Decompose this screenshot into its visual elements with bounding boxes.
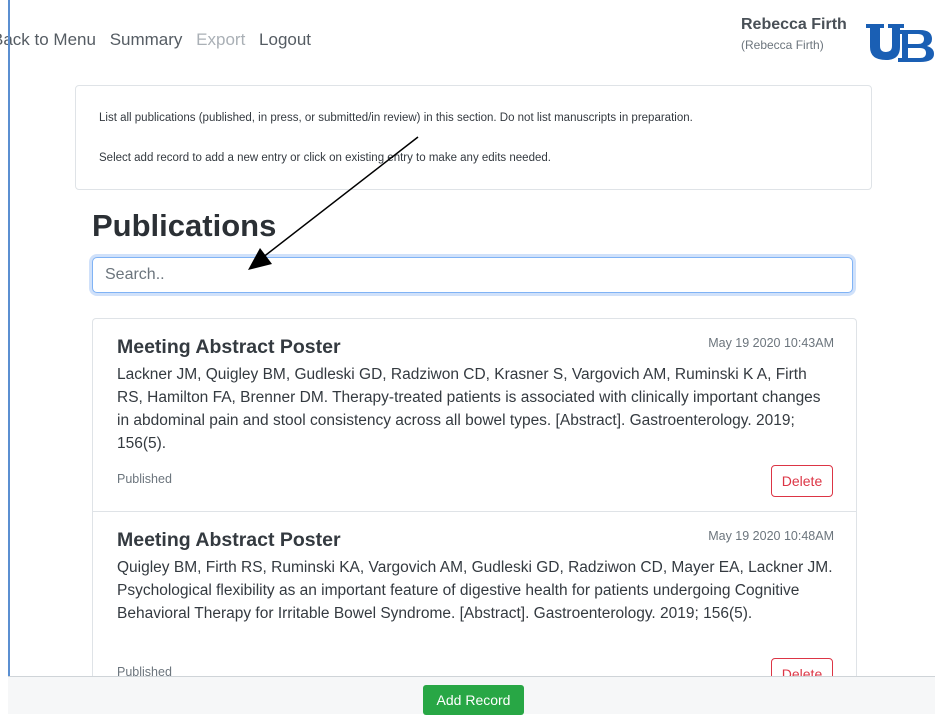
top-navbar: Back to Menu Summary Export Logout Rebec… <box>0 0 935 76</box>
publication-record[interactable]: Meeting Abstract Poster May 19 2020 10:4… <box>93 319 856 512</box>
delete-button[interactable]: Delete <box>771 465 833 497</box>
nav-export[interactable]: Export <box>196 30 245 49</box>
ub-logo-icon <box>866 24 934 62</box>
record-date: May 19 2020 10:43AM <box>708 336 834 350</box>
record-citation: Quigley BM, Firth RS, Ruminski KA, Vargo… <box>117 559 833 622</box>
nav-links: Back to Menu Summary Export Logout <box>0 30 320 50</box>
instructions-line-1: List all publications (published, in pre… <box>99 112 693 124</box>
add-record-button[interactable]: Add Record <box>423 685 524 715</box>
user-info: Rebecca Firth (Rebecca Firth) <box>741 16 847 52</box>
window-frame-left <box>8 0 10 713</box>
instructions-box: List all publications (published, in pre… <box>75 85 872 190</box>
record-type: Meeting Abstract Poster <box>117 336 341 358</box>
nav-back-to-menu[interactable]: Back to Menu <box>0 30 96 49</box>
record-type: Meeting Abstract Poster <box>117 529 341 551</box>
record-status: Published <box>117 472 172 486</box>
publication-record[interactable]: Meeting Abstract Poster May 19 2020 10:4… <box>93 512 856 681</box>
page-title: Publications <box>92 208 277 243</box>
search-input[interactable] <box>92 257 853 293</box>
nav-summary[interactable]: Summary <box>110 30 183 49</box>
publication-list: Meeting Abstract Poster May 19 2020 10:4… <box>92 318 857 681</box>
record-citation: Lackner JM, Quigley BM, Gudleski GD, Rad… <box>117 366 821 452</box>
nav-logout[interactable]: Logout <box>259 30 311 49</box>
user-name: Rebecca Firth <box>741 16 847 33</box>
record-date: May 19 2020 10:48AM <box>708 529 834 543</box>
user-subtitle: (Rebecca Firth) <box>741 38 824 52</box>
instructions-line-2: Select add record to add a new entry or … <box>99 152 551 164</box>
